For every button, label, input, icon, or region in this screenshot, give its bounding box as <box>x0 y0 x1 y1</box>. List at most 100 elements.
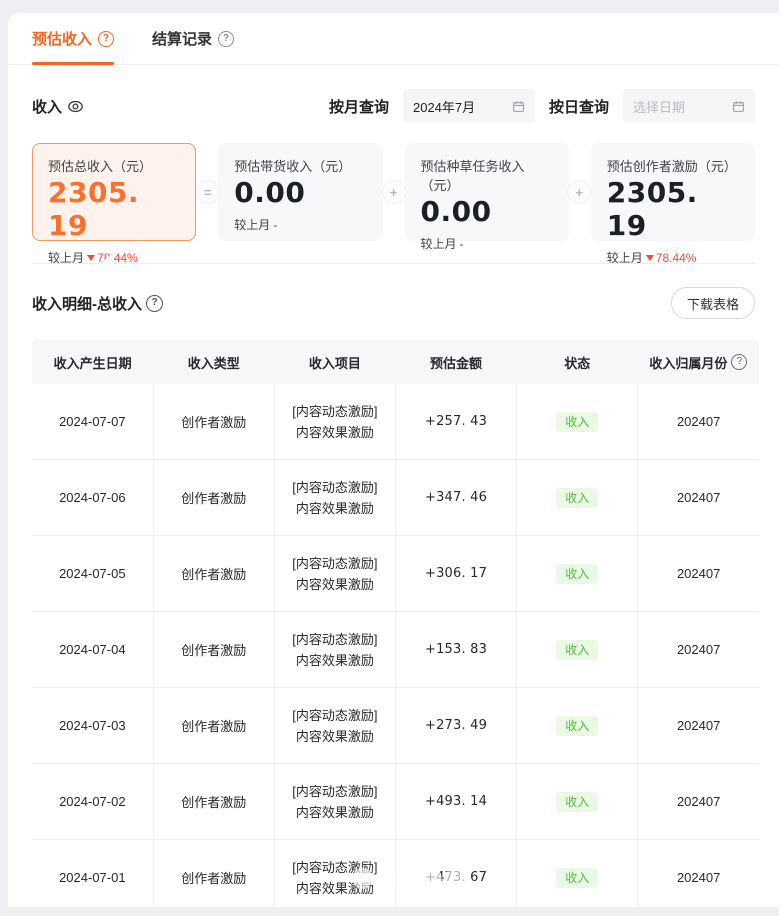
col-header-type: 收入类型 <box>153 340 274 384</box>
col-header-month-label: 收入归属月份 <box>649 353 727 372</box>
cell-project: [内容动态激励]内容效果激励 <box>274 840 395 916</box>
plus-operator: + <box>567 180 591 204</box>
status-badge: 收入 <box>556 640 598 660</box>
compare-label: 较上月 <box>234 216 270 233</box>
income-table: 收入产生日期 收入类型 收入项目 预估金额 状态 收入归属月份 2024-07-… <box>32 340 759 916</box>
download-table-button[interactable]: 下载表格 <box>671 287 755 319</box>
cell-date: 2024-07-02 <box>32 764 153 840</box>
cell-amount: +306. 17 <box>395 536 516 612</box>
card-value: 0.00 <box>421 195 553 228</box>
cell-type: 创作者激励 <box>153 384 274 460</box>
compare-label: 较上月 <box>421 235 457 252</box>
cell-project: [内容动态激励]内容效果激励 <box>274 688 395 764</box>
cell-project: [内容动态激励]内容效果激励 <box>274 612 395 688</box>
card-label: 预估带货收入（元） <box>234 156 366 175</box>
cell-month: 202407 <box>638 536 759 612</box>
cell-project: [内容动态激励]内容效果激励 <box>274 764 395 840</box>
status-badge: 收入 <box>556 412 598 432</box>
cell-type: 创作者激励 <box>153 764 274 840</box>
cell-project: [内容动态激励]内容效果激励 <box>274 536 395 612</box>
help-icon[interactable] <box>218 31 234 47</box>
cell-status: 收入 <box>517 688 638 764</box>
tab-settlement-records[interactable]: 结算记录 <box>152 13 234 64</box>
cell-type: 创作者激励 <box>153 688 274 764</box>
compare-value: - <box>273 218 277 232</box>
tab-settlement-records-label: 结算记录 <box>152 28 212 49</box>
cell-month: 202407 <box>638 764 759 840</box>
card-total-income[interactable]: 预估总收入（元） 2305. 19 较上月 78.44% <box>32 143 196 241</box>
cell-project: [内容动态激励]内容效果激励 <box>274 384 395 460</box>
calendar-icon <box>732 100 745 113</box>
cell-month: 202407 <box>638 384 759 460</box>
cell-status: 收入 <box>517 612 638 688</box>
toolbar: 收入 按月查询 2024年7月 按日查询 选择日期 <box>32 89 755 123</box>
cell-status: 收入 <box>517 764 638 840</box>
month-picker[interactable]: 2024年7月 <box>403 89 535 123</box>
card-label: 预估总收入（元） <box>48 156 180 175</box>
eye-icon[interactable] <box>67 98 84 115</box>
card-value: 0.00 <box>234 176 366 209</box>
status-badge: 收入 <box>556 564 598 584</box>
table-row: 2024-07-01 创作者激励 [内容动态激励]内容效果激励 +473. 67… <box>32 840 759 916</box>
help-icon[interactable] <box>146 295 163 312</box>
card-label: 预估种草任务收入（元） <box>421 156 553 194</box>
detail-title-text: 收入明细-总收入 <box>32 293 142 314</box>
detail-section-head: 收入明细-总收入 下载表格 <box>32 287 755 319</box>
cell-amount: +273. 49 <box>395 688 516 764</box>
day-picker[interactable]: 选择日期 <box>623 89 755 123</box>
card-goods-income[interactable]: 预估带货收入（元） 0.00 较上月 - <box>218 143 382 241</box>
down-triangle-icon <box>646 255 654 261</box>
cell-project: [内容动态激励]内容效果激励 <box>274 460 395 536</box>
compare-value: - <box>460 237 464 251</box>
cell-amount: +493. 14 <box>395 764 516 840</box>
detail-section-title: 收入明细-总收入 <box>32 293 163 314</box>
cell-amount: +257. 43 <box>395 384 516 460</box>
status-badge: 收入 <box>556 792 598 812</box>
plus-operator: + <box>382 180 406 204</box>
help-icon[interactable] <box>98 31 114 47</box>
table-row: 2024-07-06 创作者激励 [内容动态激励]内容效果激励 +347. 46… <box>32 460 759 536</box>
main-panel: 预估收入 结算记录 收入 按月查询 2024年7月 <box>8 13 779 907</box>
day-picker-placeholder: 选择日期 <box>633 97 732 116</box>
calendar-icon <box>512 100 525 113</box>
cell-amount: +473. 67 <box>395 840 516 916</box>
cell-date: 2024-07-06 <box>32 460 153 536</box>
col-header-status: 状态 <box>517 340 638 384</box>
cell-status: 收入 <box>517 840 638 916</box>
income-label: 收入 <box>32 96 62 117</box>
month-picker-value: 2024年7月 <box>413 97 512 116</box>
col-header-date: 收入产生日期 <box>32 340 153 384</box>
cell-type: 创作者激励 <box>153 460 274 536</box>
tab-bar: 预估收入 结算记录 <box>8 13 779 65</box>
card-value: 2305. 19 <box>607 176 739 242</box>
cell-status: 收入 <box>517 460 638 536</box>
cell-date: 2024-07-01 <box>32 840 153 916</box>
table-row: 2024-07-07 创作者激励 [内容动态激励]内容效果激励 +257. 43… <box>32 384 759 460</box>
cell-date: 2024-07-07 <box>32 384 153 460</box>
col-header-project: 收入项目 <box>274 340 395 384</box>
cell-month: 202407 <box>638 612 759 688</box>
equals-operator: = <box>196 180 220 204</box>
cell-amount: +347. 46 <box>395 460 516 536</box>
status-badge: 收入 <box>556 716 598 736</box>
card-compare: 较上月 - <box>421 235 553 252</box>
cell-type: 创作者激励 <box>153 840 274 916</box>
down-triangle-icon <box>87 255 95 261</box>
divider <box>32 263 755 264</box>
table-row: 2024-07-03 创作者激励 [内容动态激励]内容效果激励 +273. 49… <box>32 688 759 764</box>
month-query-label: 按月查询 <box>329 96 389 117</box>
help-icon[interactable] <box>731 354 747 370</box>
col-header-amount: 预估金额 <box>395 340 516 384</box>
query-controls: 按月查询 2024年7月 按日查询 选择日期 <box>329 89 755 123</box>
tab-estimated-income-label: 预估收入 <box>32 28 92 49</box>
card-label: 预估创作者激励（元） <box>607 156 739 175</box>
status-badge: 收入 <box>556 868 598 888</box>
cell-month: 202407 <box>638 840 759 916</box>
card-value: 2305. 19 <box>48 176 180 242</box>
summary-cards: 预估总收入（元） 2305. 19 较上月 78.44% 预估带货收入（元） 0… <box>32 143 755 241</box>
cell-date: 2024-07-03 <box>32 688 153 764</box>
cell-type: 创作者激励 <box>153 612 274 688</box>
card-seeding-task-income[interactable]: 预估种草任务收入（元） 0.00 较上月 - <box>405 143 569 241</box>
card-creator-incentive[interactable]: 预估创作者激励（元） 2305. 19 较上月 78.44% <box>591 143 755 241</box>
tab-estimated-income[interactable]: 预估收入 <box>32 13 114 64</box>
